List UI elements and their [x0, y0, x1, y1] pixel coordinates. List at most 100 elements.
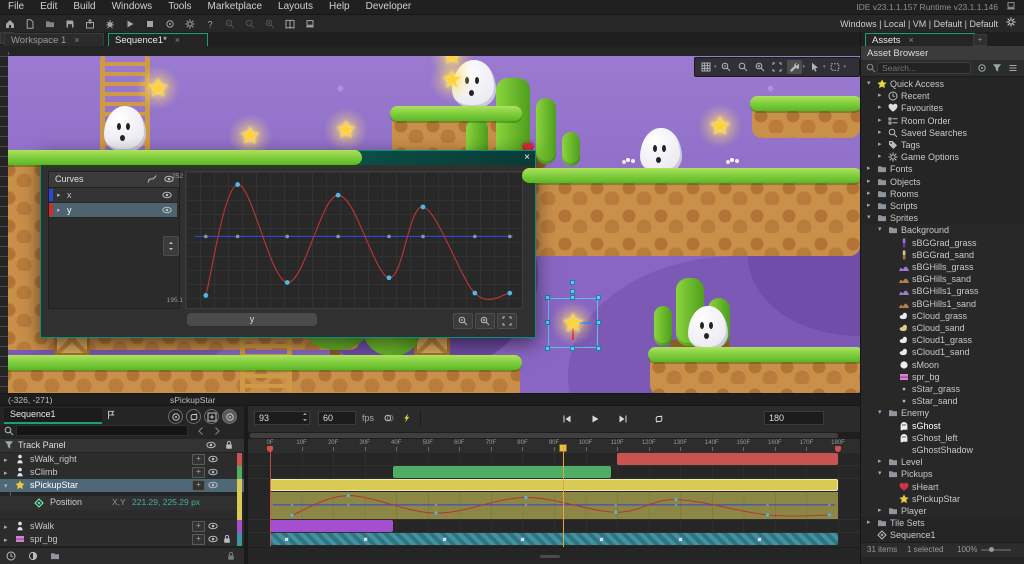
track-add-button[interactable]: + [192, 480, 205, 491]
ghost-sprite[interactable] [688, 306, 728, 350]
track-row-sWalk_right[interactable]: ▸sWalk_right+ [0, 453, 244, 467]
expand-arrow[interactable]: ▸ [878, 115, 882, 127]
ghost-sprite[interactable] [104, 106, 146, 152]
eye-icon[interactable] [208, 480, 218, 495]
track-row-spr_bg[interactable]: ▸spr_bg+ [0, 533, 244, 547]
curve-graph-icon[interactable] [147, 174, 157, 187]
tab-sequence1[interactable]: Sequence1 [4, 408, 102, 424]
cactus[interactable] [536, 98, 556, 164]
menu-layouts[interactable]: Layouts [270, 0, 321, 13]
new-project-button[interactable] [21, 16, 39, 31]
close-icon[interactable]: × [175, 35, 180, 45]
flag-icon[interactable] [106, 410, 116, 423]
asset-level[interactable]: ▸Level [861, 456, 1024, 468]
expand-arrow[interactable]: ▸ [57, 191, 61, 199]
keyframe-marker[interactable] [284, 537, 289, 542]
keyframe-marker[interactable] [520, 537, 525, 542]
zoom-fit-button[interactable] [497, 313, 517, 329]
menu-developer[interactable]: Developer [358, 0, 420, 13]
asset-sbghills_grass[interactable]: sBGHills_grass [861, 261, 1024, 273]
expanded-curve-region[interactable] [270, 492, 838, 519]
asset-tile-sets[interactable]: ▸Tile Sets [861, 517, 1024, 529]
asset-rooms[interactable]: ▸Rooms [861, 188, 1024, 200]
chevron-down-icon[interactable]: ▾ [844, 64, 847, 70]
rotate-handle[interactable] [570, 280, 575, 285]
asset-scloud1_grass[interactable]: sCloud1_grass [861, 334, 1024, 346]
resize-handle[interactable] [540, 555, 560, 558]
chevron-down-icon[interactable]: ▾ [714, 64, 717, 70]
asset-sprites[interactable]: ▾Sprites [861, 212, 1024, 224]
track-add-button[interactable]: + [192, 521, 205, 532]
new-tab-button[interactable]: + [973, 34, 987, 46]
eye-icon[interactable] [206, 440, 216, 453]
eye-icon[interactable] [162, 190, 172, 203]
expand-arrow[interactable]: ▸ [867, 200, 871, 212]
menu-file[interactable]: File [0, 0, 32, 13]
contrast-icon[interactable] [28, 551, 38, 564]
asset-sbghills1_grass[interactable]: sBGHills1_grass [861, 285, 1024, 297]
broadcast-button[interactable] [186, 409, 201, 424]
track-row-sPickupStar[interactable]: ▾sPickupStar+ [0, 479, 244, 493]
platform-top-right[interactable] [752, 96, 860, 138]
sequence-length-input[interactable] [764, 411, 824, 425]
add-marker-button[interactable] [204, 409, 219, 424]
expand-arrow[interactable]: ▸ [867, 176, 871, 188]
fps-input[interactable] [318, 411, 356, 425]
asset-sghost_left[interactable]: sGhost_left [861, 432, 1024, 444]
scale-handle[interactable] [545, 346, 550, 351]
keyframe-marker[interactable] [678, 537, 683, 542]
asset-enemy[interactable]: ▾Enemy [861, 407, 1024, 419]
debug-button[interactable] [101, 16, 119, 31]
keyframe-marker[interactable] [757, 537, 762, 542]
target-gear-icon[interactable] [1006, 17, 1016, 30]
rotate-handle[interactable] [570, 289, 575, 294]
skip-end-button[interactable] [612, 411, 634, 427]
marquee-icon[interactable] [828, 60, 843, 74]
asset-favourites[interactable]: ▸Favourites [861, 102, 1024, 114]
cursor-icon[interactable] [807, 60, 822, 74]
expand-arrow[interactable]: ▾ [878, 407, 882, 419]
fit-icon[interactable] [770, 60, 785, 74]
clip-sPickupStar[interactable] [270, 479, 838, 491]
chevron-down-icon[interactable]: ▾ [823, 64, 826, 70]
loop-button[interactable] [648, 411, 670, 427]
expand-arrow[interactable]: ▸ [4, 535, 8, 548]
expand-arrow[interactable]: ▸ [878, 456, 882, 468]
close-icon[interactable]: × [909, 35, 914, 45]
asset-sghost[interactable]: sGhost [861, 420, 1024, 432]
asset-quick-access[interactable]: ▾Quick Access [861, 78, 1024, 90]
asset-room-order[interactable]: ▸Room Order [861, 115, 1024, 127]
ground-right[interactable] [650, 347, 860, 393]
menu-marketplace[interactable]: Marketplace [200, 0, 270, 13]
expand-arrow[interactable]: ▸ [878, 505, 882, 517]
asset-sbghills1_sand[interactable]: sBGHills1_sand [861, 298, 1024, 310]
clip-spr_bg[interactable] [270, 533, 838, 545]
asset-background[interactable]: ▾Background [861, 224, 1024, 236]
info-circle-button[interactable] [168, 409, 183, 424]
create-executable-button[interactable] [81, 16, 99, 31]
lock-icon[interactable] [226, 551, 236, 564]
frame-spinner[interactable] [300, 412, 310, 425]
cactus[interactable] [654, 306, 672, 346]
timeline-scrollbar[interactable] [248, 432, 860, 439]
asset-game-options[interactable]: ▸Game Options [861, 151, 1024, 163]
tab-sequence1[interactable]: Sequence1*× [108, 33, 208, 47]
run-button[interactable] [121, 16, 139, 31]
monitor-icon[interactable] [1006, 1, 1016, 14]
zoom-out-button[interactable] [453, 313, 473, 329]
menu-help[interactable]: Help [321, 0, 358, 13]
track-row-sWalk[interactable]: ▸sWalk+ [0, 520, 244, 534]
asset-recent[interactable]: ▸Recent [861, 90, 1024, 102]
hamburger-menu-icon[interactable] [1008, 63, 1018, 76]
asset-spr_bg[interactable]: spr_bg [861, 371, 1024, 383]
fit-vertical-button[interactable] [163, 236, 179, 256]
grid-icon[interactable] [698, 60, 713, 74]
tab-assets[interactable]: Assets× [865, 33, 975, 47]
asset-pickups[interactable]: ▾Pickups [861, 468, 1024, 480]
asset-tags[interactable]: ▸Tags [861, 139, 1024, 151]
asset-sbghills_sand[interactable]: sBGHills_sand [861, 273, 1024, 285]
expand-arrow[interactable]: ▾ [878, 224, 882, 236]
next-result-icon[interactable] [212, 426, 222, 439]
asset-sbggrad_grass[interactable]: sBGGrad_grass [861, 237, 1024, 249]
zoom-in-button[interactable] [261, 16, 279, 31]
